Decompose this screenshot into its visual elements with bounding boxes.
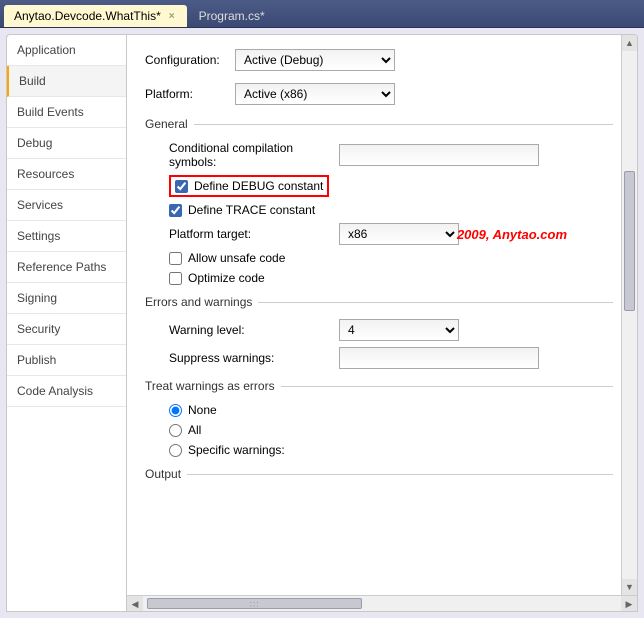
- warning-level-label: Warning level:: [169, 323, 339, 337]
- grip-icon: :::: [250, 599, 260, 608]
- sidebar-item-services[interactable]: Services: [7, 190, 126, 221]
- scroll-down-icon[interactable]: ▼: [622, 579, 637, 595]
- configuration-row: Configuration: Active (Debug): [145, 49, 613, 71]
- group-title: Treat warnings as errors: [145, 379, 275, 393]
- allow-unsafe-checkbox[interactable]: [169, 252, 182, 265]
- scroll-left-icon[interactable]: ◀: [127, 596, 143, 611]
- window-tabs-bar: Anytao.Devcode.WhatThis* × Program.cs*: [0, 0, 644, 28]
- define-trace-checkbox[interactable]: [169, 204, 182, 217]
- sidebar-item-label: Services: [17, 198, 63, 212]
- configuration-select[interactable]: Active (Debug): [235, 49, 395, 71]
- errors-header: Errors and warnings: [145, 295, 613, 309]
- sidebar-item-label: Debug: [17, 136, 52, 150]
- divider: [194, 124, 613, 125]
- divider: [281, 386, 613, 387]
- define-debug-label: Define DEBUG constant: [194, 179, 323, 193]
- suppress-warnings-input[interactable]: [339, 347, 539, 369]
- treat-none-radio[interactable]: [169, 404, 182, 417]
- output-header: Output: [145, 467, 613, 481]
- treat-specific-label: Specific warnings:: [188, 443, 285, 457]
- sidebar-item-label: Build Events: [17, 105, 84, 119]
- sidebar-item-label: Build: [19, 74, 46, 88]
- tab-label: Program.cs*: [199, 9, 265, 23]
- optimize-checkbox[interactable]: [169, 272, 182, 285]
- sidebar-item-build[interactable]: Build: [7, 66, 126, 97]
- tab-label: Anytao.Devcode.WhatThis*: [14, 9, 161, 23]
- sidebar-item-code-analysis[interactable]: Code Analysis: [7, 376, 126, 407]
- sidebar-item-label: Code Analysis: [17, 384, 93, 398]
- define-trace-label: Define TRACE constant: [188, 203, 315, 217]
- optimize-label: Optimize code: [188, 271, 265, 285]
- allow-unsafe-label: Allow unsafe code: [188, 251, 285, 265]
- define-trace-row: Define TRACE constant: [169, 203, 613, 217]
- sidebar-item-label: Settings: [17, 229, 60, 243]
- sidebar-item-publish[interactable]: Publish: [7, 345, 126, 376]
- group-title: Errors and warnings: [145, 295, 252, 309]
- warning-level-select[interactable]: 4: [339, 319, 459, 341]
- sidebar-item-label: Application: [17, 43, 76, 57]
- platform-target-label: Platform target:: [169, 227, 339, 241]
- sidebar-item-security[interactable]: Security: [7, 314, 126, 345]
- suppress-warnings-label: Suppress warnings:: [169, 351, 339, 365]
- treat-specific-row: Specific warnings:: [169, 443, 613, 457]
- sidebar-item-signing[interactable]: Signing: [7, 283, 126, 314]
- sidebar-item-label: Security: [17, 322, 60, 336]
- main-layout: Application Build Build Events Debug Res…: [0, 28, 644, 618]
- scroll-track[interactable]: [622, 51, 637, 579]
- scroll-up-icon[interactable]: ▲: [622, 35, 637, 51]
- treat-all-row: All: [169, 423, 613, 437]
- divider: [187, 474, 613, 475]
- group-title: Output: [145, 467, 181, 481]
- warning-level-row: Warning level: 4: [169, 319, 613, 341]
- sidebar-item-debug[interactable]: Debug: [7, 128, 126, 159]
- tab-anytao-devcode[interactable]: Anytao.Devcode.WhatThis* ×: [4, 5, 187, 27]
- sidebar-item-settings[interactable]: Settings: [7, 221, 126, 252]
- horizontal-scrollbar[interactable]: ◀ ::: ▶: [127, 595, 637, 611]
- content-pane: Configuration: Active (Debug) Platform: …: [126, 34, 638, 612]
- highlight-define-debug: Define DEBUG constant: [169, 175, 329, 197]
- sidebar-item-application[interactable]: Application: [7, 35, 126, 66]
- define-debug-checkbox[interactable]: [175, 180, 188, 193]
- scroll-right-icon[interactable]: ▶: [621, 596, 637, 611]
- treat-none-label: None: [188, 403, 217, 417]
- sidebar-item-label: Reference Paths: [17, 260, 106, 274]
- scroll-track[interactable]: :::: [143, 596, 621, 611]
- platform-row: Platform: Active (x86): [145, 83, 613, 105]
- sidebar-item-label: Resources: [17, 167, 74, 181]
- watermark-text: 2009, Anytao.com: [457, 227, 567, 242]
- treat-header: Treat warnings as errors: [145, 379, 613, 393]
- sidebar-item-build-events[interactable]: Build Events: [7, 97, 126, 128]
- scroll-thumb[interactable]: :::: [147, 598, 362, 609]
- tab-program-cs[interactable]: Program.cs*: [189, 5, 275, 27]
- sidebar-item-reference-paths[interactable]: Reference Paths: [7, 252, 126, 283]
- content-scroll: Configuration: Active (Debug) Platform: …: [127, 35, 637, 595]
- general-header: General: [145, 117, 613, 131]
- sidebar-item-label: Publish: [17, 353, 56, 367]
- conditional-symbols-label: Conditional compilation symbols:: [169, 141, 339, 169]
- allow-unsafe-row: Allow unsafe code: [169, 251, 613, 265]
- platform-select[interactable]: Active (x86): [235, 83, 395, 105]
- conditional-symbols-row: Conditional compilation symbols:: [169, 141, 613, 169]
- platform-label: Platform:: [145, 87, 235, 101]
- divider: [258, 302, 613, 303]
- treat-specific-radio[interactable]: [169, 444, 182, 457]
- treat-all-radio[interactable]: [169, 424, 182, 437]
- treat-all-label: All: [188, 423, 201, 437]
- sidebar: Application Build Build Events Debug Res…: [6, 34, 126, 612]
- close-icon[interactable]: ×: [167, 11, 177, 22]
- conditional-symbols-input[interactable]: [339, 144, 539, 166]
- define-debug-row: Define DEBUG constant: [169, 175, 613, 197]
- vertical-scrollbar[interactable]: ▲ ▼: [621, 35, 637, 595]
- optimize-row: Optimize code: [169, 271, 613, 285]
- scroll-thumb[interactable]: [624, 171, 635, 311]
- group-title: General: [145, 117, 188, 131]
- platform-target-select[interactable]: x86: [339, 223, 459, 245]
- suppress-warnings-row: Suppress warnings:: [169, 347, 613, 369]
- sidebar-item-resources[interactable]: Resources: [7, 159, 126, 190]
- sidebar-item-label: Signing: [17, 291, 57, 305]
- configuration-label: Configuration:: [145, 53, 235, 67]
- treat-none-row: None: [169, 403, 613, 417]
